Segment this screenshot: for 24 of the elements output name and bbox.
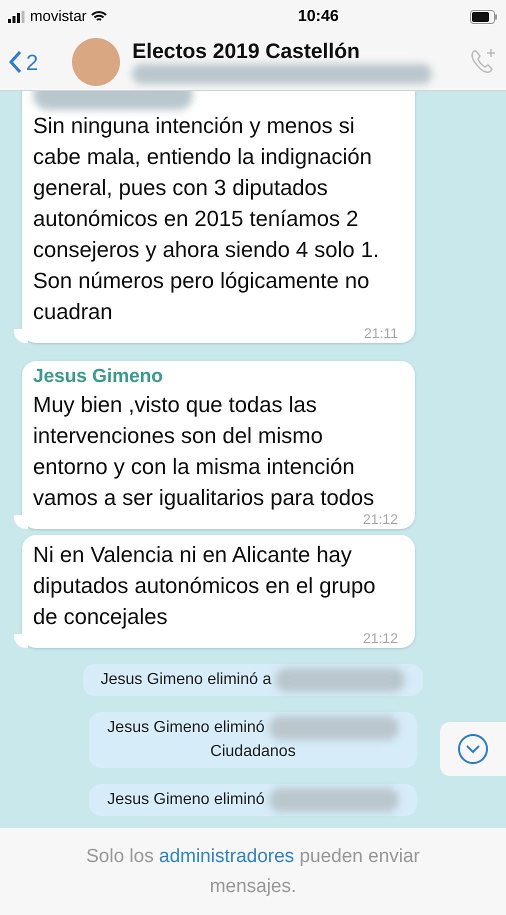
system-text: Jesus Gimeno eliminó — [107, 718, 265, 738]
system-text: Ciudadanos — [210, 742, 296, 762]
chat-title[interactable]: Electos 2019 Castellón — [132, 40, 468, 64]
system-text: Jesus Gimeno eliminó a — [100, 670, 272, 690]
battery-icon — [470, 10, 498, 24]
signal-icon — [8, 11, 26, 23]
sender-name: Jesus Gimeno — [33, 365, 164, 389]
message-time: 21:11 — [364, 327, 398, 340]
message-time: 21:12 — [362, 632, 398, 645]
scroll-down-button[interactable] — [440, 722, 506, 776]
admins-link[interactable]: administradores — [159, 846, 294, 866]
carrier-name: movistar — [30, 6, 87, 27]
group-avatar[interactable] — [72, 38, 120, 86]
admin-only-notice: Solo los administradores pueden enviar mensajes. — [85, 844, 421, 898]
chevron-left-icon — [8, 50, 22, 74]
message-text: Muy bien ,visto que todas las intervenciones son del mismo entorno y con la misma intención vamos a ser igualitarios para todos — [33, 391, 376, 512]
clock: 10:46 — [298, 7, 339, 27]
message-text: Ni en Valencia ni en Alicante hay diputados autonómicos en el grupo de concejales — [33, 541, 376, 631]
chevron-down-circle-icon — [457, 733, 489, 765]
message-text: Sin ninguna intención y menos si cabe mala, entiendo la indignación general, pues con 3 diputados autonómicos en 2015 teníamos 2 consejeros y ahora siendo 4 solo 1. Son números pero lógicamente no cuadran — [33, 112, 380, 326]
message-time: 21:12 — [362, 513, 398, 526]
back-button[interactable]: 2 — [8, 46, 38, 78]
wifi-icon — [90, 11, 107, 23]
system-text: Jesus Gimeno eliminó — [107, 790, 265, 810]
